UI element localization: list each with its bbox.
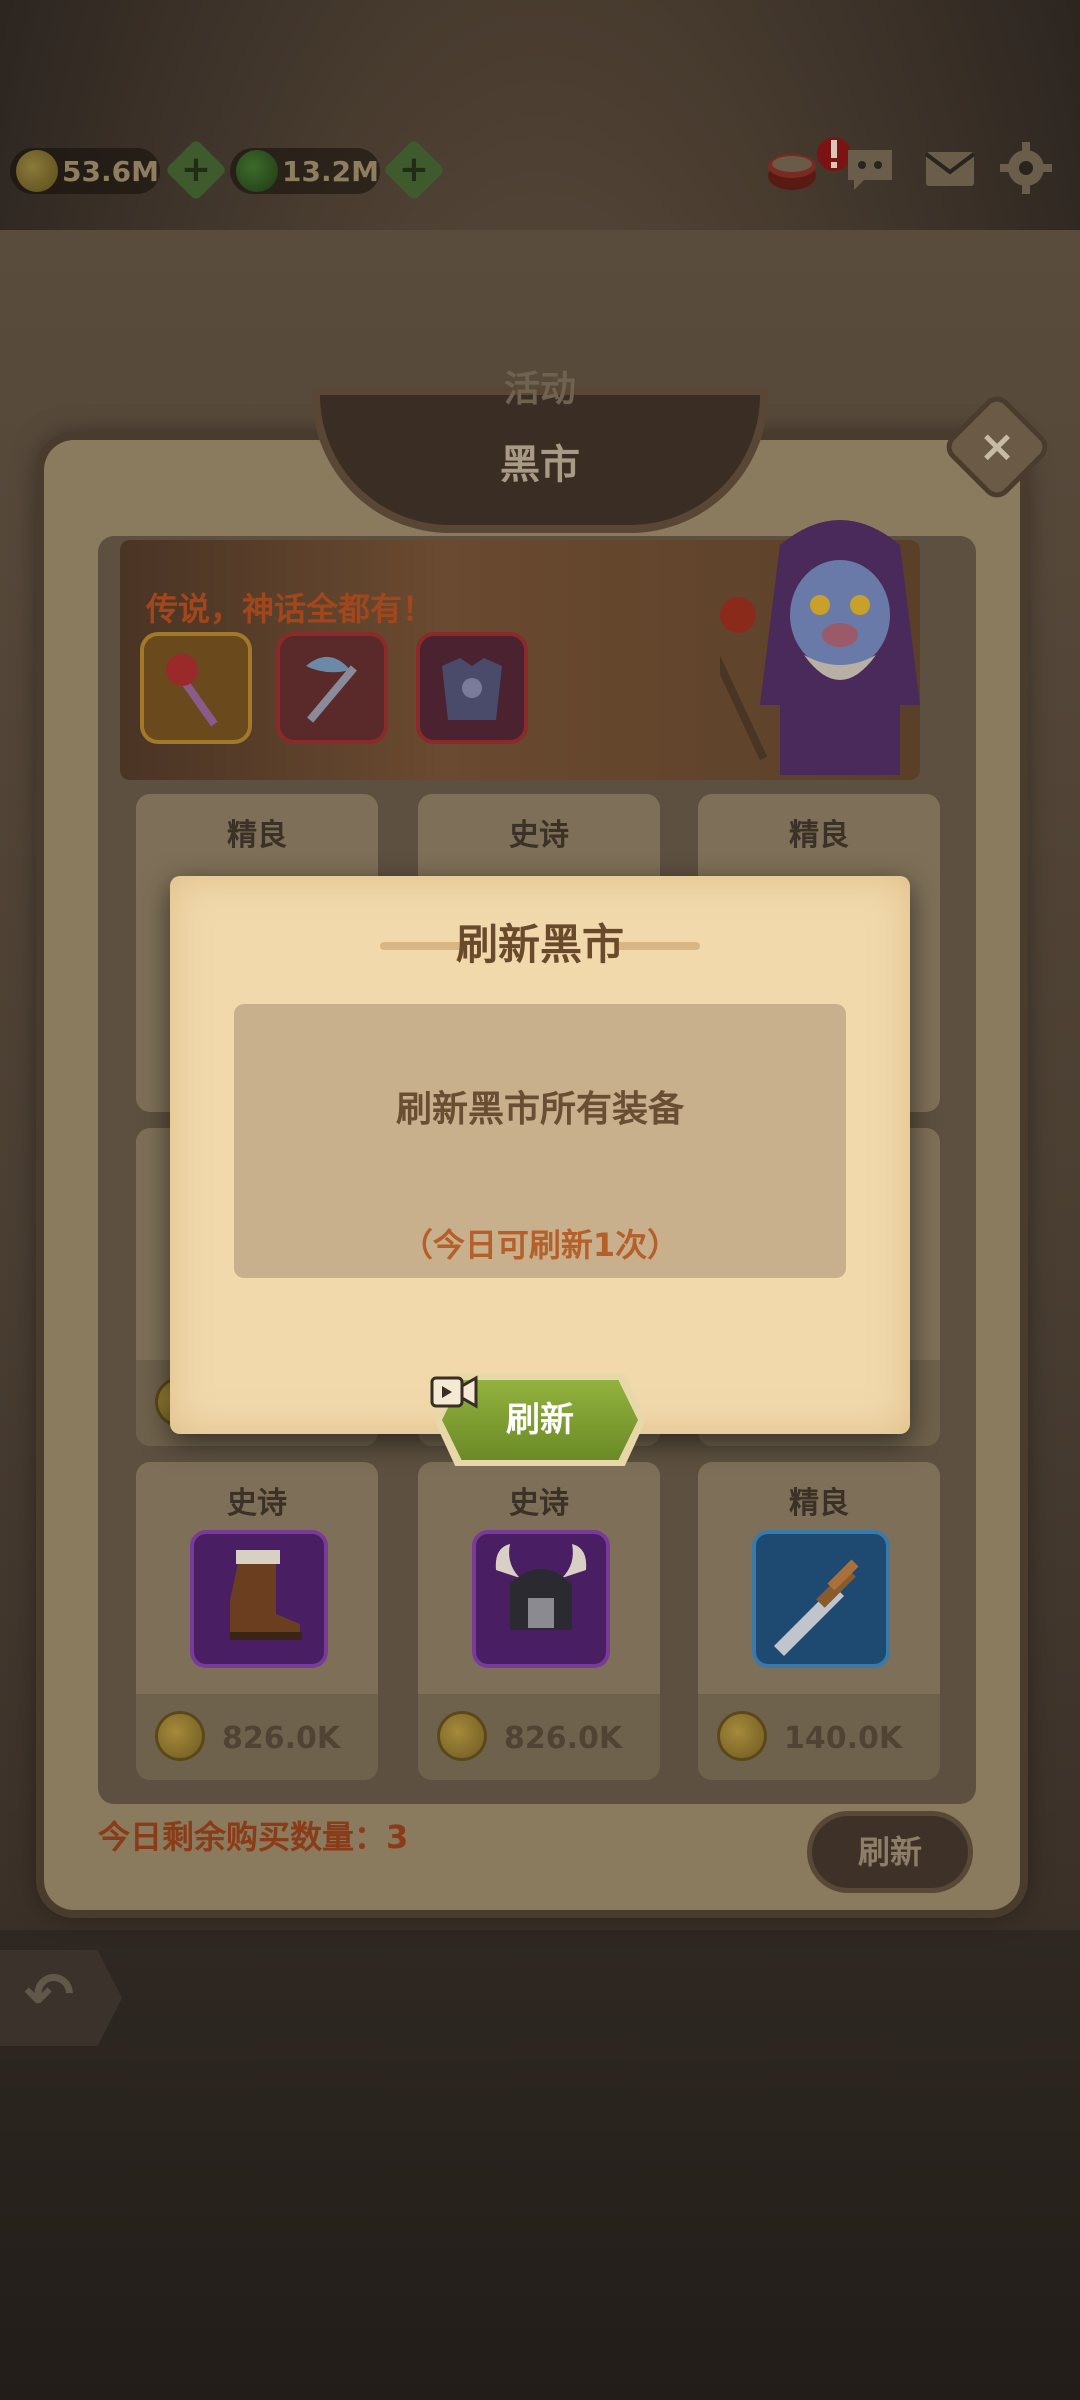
dialog-message: 刷新黑市所有装备	[395, 1089, 684, 1130]
video-ad-icon	[430, 1375, 478, 1409]
dialog-title: 刷新黑市	[455, 920, 624, 969]
dialog-subtext: （今日可刷新1次）	[400, 1226, 680, 1264]
